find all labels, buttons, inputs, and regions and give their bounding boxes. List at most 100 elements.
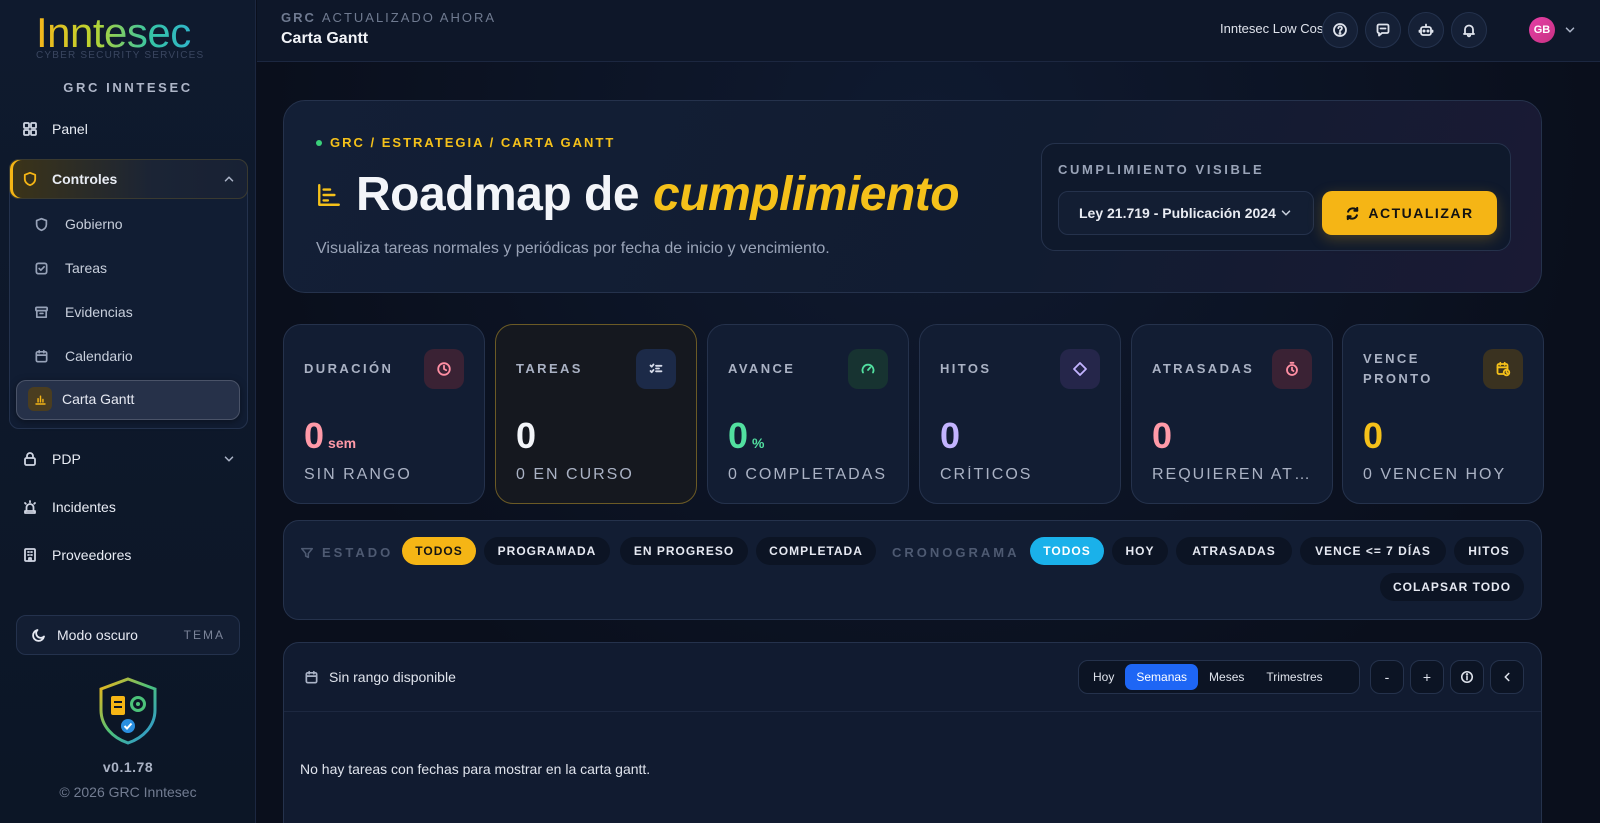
chevron-down-icon bbox=[1281, 210, 1291, 216]
clock-icon bbox=[424, 349, 464, 389]
breadcrumb-root[interactable]: GRC bbox=[281, 10, 316, 25]
stat-footnote: REQUIEREN ATENCIÓN bbox=[1152, 466, 1322, 483]
stat-value: 0% bbox=[728, 415, 764, 457]
assistant-bot-button[interactable] bbox=[1408, 12, 1444, 48]
copyright: © 2026 GRC Inntesec bbox=[59, 784, 197, 800]
topbar-breadcrumb: GRC ACTUALIZADO AHORA bbox=[281, 10, 496, 25]
checkbox-icon bbox=[35, 262, 48, 274]
notifications-button[interactable] bbox=[1451, 12, 1487, 48]
view-trimestres[interactable]: Trimestres bbox=[1255, 664, 1333, 690]
stat-value: 0 sem bbox=[304, 415, 356, 457]
gantt-range: Sin rango disponible bbox=[304, 669, 456, 685]
timer-alert-icon bbox=[1272, 349, 1312, 389]
chevron-down-icon[interactable] bbox=[222, 452, 236, 466]
sidebar-subitem-calendario[interactable]: Calendario bbox=[34, 348, 133, 364]
logo-tagline: CYBER SECURITY SERVICES bbox=[36, 50, 205, 61]
building-icon bbox=[24, 548, 36, 562]
crono-chip-hitos[interactable]: HITOS bbox=[1454, 537, 1524, 565]
bar-chart-icon bbox=[28, 387, 52, 411]
chevron-up-icon[interactable] bbox=[222, 172, 236, 186]
estado-filter-label: ESTADO bbox=[300, 545, 393, 560]
help-circle-icon bbox=[1333, 23, 1347, 37]
hero-panel: GRC / ESTRATEGIA / CARTA GANTT Roadmap d… bbox=[283, 100, 1542, 293]
stat-card-atrasadas: ATRASADAS 0 REQUIEREN ATENCIÓN bbox=[1131, 324, 1333, 504]
sidebar-subitem-carta-gantt[interactable]: Carta Gantt bbox=[28, 387, 134, 411]
robot-icon bbox=[1418, 23, 1434, 36]
calendar-icon bbox=[35, 349, 48, 362]
stat-number: 0 bbox=[304, 415, 325, 456]
chat-button[interactable] bbox=[1365, 12, 1401, 48]
stat-value: 0 bbox=[1363, 415, 1387, 457]
sidebar-item-controles[interactable]: Controles bbox=[22, 171, 234, 187]
organization-name[interactable]: Inntesec Low Cost bbox=[1220, 21, 1327, 36]
crono-chip-atrasadas[interactable]: ATRASADAS bbox=[1176, 537, 1292, 565]
cronograma-filter-label: CRONOGRAMA bbox=[892, 545, 1020, 560]
stat-footnote: CRÍTICOS bbox=[940, 466, 1033, 483]
sidebar-subitem-evidencias[interactable]: Evidencias bbox=[34, 304, 133, 320]
chat-bubble-icon bbox=[1376, 23, 1390, 37]
hero-breadcrumb: GRC / ESTRATEGIA / CARTA GANTT bbox=[316, 135, 615, 150]
app-version: v0.1.78 bbox=[102, 759, 154, 775]
sidebar-item-panel[interactable]: Panel bbox=[22, 121, 88, 137]
sidebar-item-label: Proveedores bbox=[52, 547, 132, 563]
grc-shield-logo-icon bbox=[99, 677, 157, 745]
sidebar-subitem-label: Tareas bbox=[65, 260, 108, 276]
collapse-all-button[interactable]: COLAPSAR TODO bbox=[1380, 573, 1524, 601]
stat-label: DURACIÓN bbox=[304, 361, 394, 376]
info-button[interactable] bbox=[1450, 660, 1484, 694]
moon-icon bbox=[32, 629, 45, 642]
info-icon bbox=[1460, 670, 1474, 684]
zoom-out-button[interactable]: - bbox=[1370, 660, 1404, 694]
estado-chip-completada[interactable]: COMPLETADA bbox=[756, 537, 876, 565]
stat-card-tareas[interactable]: TAREAS 0 0 EN CURSO bbox=[495, 324, 697, 504]
sidebar-subitem-tareas[interactable]: Tareas bbox=[34, 260, 107, 276]
dashboard-grid-icon bbox=[23, 122, 37, 136]
shield-icon bbox=[23, 171, 37, 187]
stat-label: ATRASADAS bbox=[1152, 361, 1255, 376]
estado-label-text: ESTADO bbox=[322, 545, 394, 560]
crono-chip-vence-7-dias[interactable]: VENCE <= 7 DÍAS bbox=[1300, 537, 1446, 565]
main-content: GRC / ESTRATEGIA / CARTA GANTT Roadmap d… bbox=[257, 62, 1600, 823]
sidebar-item-proveedores[interactable]: Proveedores bbox=[22, 547, 131, 563]
gantt-empty-message: No hay tareas con fechas para mostrar en… bbox=[300, 761, 651, 777]
bell-icon bbox=[1463, 24, 1475, 38]
sidebar-subitem-label: Evidencias bbox=[65, 304, 133, 320]
archive-box-icon bbox=[35, 306, 48, 318]
collapse-panel-button[interactable] bbox=[1490, 660, 1524, 694]
view-hoy[interactable]: Hoy bbox=[1082, 664, 1125, 690]
sidebar-item-pdp[interactable]: PDP bbox=[22, 451, 234, 467]
chevron-down-icon[interactable] bbox=[1563, 23, 1577, 37]
gantt-panel: Sin rango disponible Hoy Semanas Meses T… bbox=[283, 642, 1542, 823]
cronograma-label-text: CRONOGRAMA bbox=[892, 545, 1020, 560]
estado-chip-programada[interactable]: PROGRAMADA bbox=[484, 537, 610, 565]
help-button[interactable] bbox=[1322, 12, 1358, 48]
update-button[interactable]: ACTUALIZAR bbox=[1322, 191, 1497, 235]
zoom-in-button[interactable]: + bbox=[1410, 660, 1444, 694]
gantt-range-text: Sin rango disponible bbox=[329, 669, 456, 685]
user-avatar[interactable]: GB bbox=[1529, 17, 1555, 43]
stat-value: 0 bbox=[516, 415, 540, 457]
brand-name: GRC INNTESEC bbox=[63, 80, 193, 95]
stat-number: 0 bbox=[516, 415, 537, 456]
estado-chip-en-progreso[interactable]: EN PROGRESO bbox=[620, 537, 748, 565]
sidebar-item-label: Controles bbox=[52, 171, 118, 187]
crono-chip-hoy[interactable]: HOY bbox=[1112, 537, 1168, 565]
sidebar-item-incidentes[interactable]: Incidentes bbox=[22, 499, 116, 515]
inntesec-logo[interactable]: Inntesec CYBER SECURITY SERVICES bbox=[36, 10, 226, 70]
hero-title-highlight: cumplimiento bbox=[653, 168, 960, 221]
view-meses[interactable]: Meses bbox=[1198, 664, 1255, 690]
theme-label: Modo oscuro bbox=[57, 627, 138, 643]
crono-chip-todos[interactable]: TODOS bbox=[1030, 537, 1104, 565]
filters-panel: ESTADO TODOS PROGRAMADA EN PROGRESO COMP… bbox=[283, 520, 1542, 620]
stat-card-vence-pronto: VENCE PRONTO 0 0 VENCEN HOY bbox=[1342, 324, 1544, 504]
estado-chip-todos[interactable]: TODOS bbox=[402, 537, 476, 565]
top-bar: GRC ACTUALIZADO AHORA Carta Gantt Inntese… bbox=[257, 0, 1600, 62]
stat-value: 0 bbox=[1152, 415, 1176, 457]
sidebar-subitem-gobierno[interactable]: Gobierno bbox=[34, 216, 123, 232]
compliance-select[interactable]: Ley 21.719 - Publicación 2024 bbox=[1058, 191, 1314, 235]
sidebar-subitem-label: Calendario bbox=[65, 348, 133, 364]
sidebar-item-label: PDP bbox=[52, 451, 81, 467]
theme-toggle[interactable]: Modo oscuro TEMA bbox=[16, 615, 240, 655]
filter-funnel-icon bbox=[300, 547, 314, 558]
view-semanas[interactable]: Semanas bbox=[1125, 664, 1199, 690]
